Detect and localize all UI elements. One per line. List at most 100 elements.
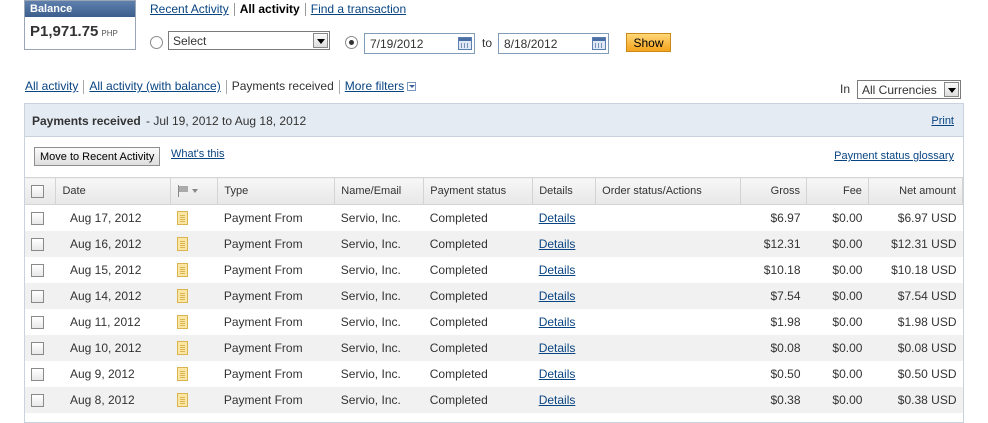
payments-panel: Payments received - Jul 19, 2012 to Aug … (24, 103, 964, 423)
details-link[interactable]: Details (539, 367, 576, 381)
select-all-checkbox[interactable] (31, 184, 44, 198)
chevron-down-icon[interactable] (407, 82, 417, 92)
row-details-cell: Details (533, 361, 596, 387)
calendar-icon[interactable] (458, 37, 472, 50)
tab-all-activity[interactable]: All activity (240, 2, 300, 16)
row-order-status (596, 309, 741, 335)
row-checkbox[interactable] (31, 342, 44, 356)
chevron-down-icon[interactable] (313, 33, 328, 48)
chevron-down-icon[interactable] (944, 82, 959, 97)
col-fee[interactable]: Fee (806, 177, 869, 205)
row-details-cell: Details (533, 257, 596, 283)
row-checkbox-cell (25, 205, 56, 232)
row-details-cell: Details (532, 335, 596, 361)
currency-select[interactable]: All Currencies (857, 80, 961, 99)
table-header-row: Date Type Name/Email Payment status Deta… (25, 177, 964, 205)
details-link[interactable]: Details (539, 211, 576, 225)
details-link[interactable]: Details (539, 237, 576, 251)
row-date: Aug 10, 2012 (55, 335, 171, 361)
tab-divider (338, 79, 340, 94)
note-icon[interactable] (176, 315, 188, 330)
col-date[interactable]: Date (55, 177, 172, 205)
details-link[interactable]: Details (539, 393, 576, 407)
table-row: Aug 16, 2012 Payment From Servio, Inc. Comp… (25, 231, 963, 257)
print-link[interactable]: Print (931, 115, 954, 127)
to-date-field[interactable]: 8/18/2012 (498, 33, 609, 54)
to-date-value: 8/18/2012 (504, 37, 558, 51)
balance-box: Balance P1,971.75 PHP (24, 0, 136, 50)
row-checkbox[interactable] (31, 316, 44, 330)
whats-this-link[interactable]: What's this (171, 148, 224, 160)
tab-payments-received[interactable]: Payments received (232, 79, 334, 93)
note-icon[interactable] (176, 237, 188, 252)
currency-select-value: All Currencies (862, 83, 937, 97)
row-gross: $10.18 (763, 263, 801, 277)
row-checkbox[interactable] (31, 394, 44, 408)
col-net[interactable]: Net amount (868, 177, 964, 205)
col-flag[interactable] (170, 177, 219, 205)
calendar-icon[interactable] (592, 37, 606, 50)
row-name: Servio, Inc. (340, 367, 401, 381)
move-to-recent-button[interactable]: Move to Recent Activity (34, 147, 161, 166)
row-fee: $0.00 (806, 283, 869, 309)
from-date-field[interactable]: 7/19/2012 (364, 33, 475, 54)
row-net: $7.54 USD (868, 283, 963, 309)
tab-all-activity-sub[interactable]: All activity (25, 79, 78, 93)
table-row: Aug 14, 2012 Payment From Servio, Inc. Comp… (25, 283, 963, 309)
row-checkbox[interactable] (31, 212, 44, 226)
details-link[interactable]: Details (539, 315, 576, 329)
row-net: $0.38 USD (868, 387, 963, 413)
row-checkbox[interactable] (31, 290, 44, 304)
note-icon[interactable] (176, 289, 188, 304)
note-icon[interactable] (176, 367, 188, 382)
note-icon[interactable] (176, 393, 188, 408)
tab-all-activity-balance[interactable]: All activity (with balance) (89, 79, 220, 93)
row-net: $0.50 USD (897, 367, 957, 381)
row-net: $6.97 USD (897, 211, 957, 225)
details-link[interactable]: Details (539, 263, 576, 277)
row-status: Completed (423, 283, 533, 309)
row-checkbox[interactable] (31, 368, 44, 382)
row-name: Servio, Inc. (340, 315, 401, 329)
row-net: $0.08 USD (868, 335, 963, 361)
col-type[interactable]: Type (217, 177, 336, 205)
chevron-down-icon[interactable] (192, 189, 199, 194)
col-status[interactable]: Payment status (423, 177, 534, 205)
tab-divider (225, 79, 227, 94)
row-net: $1.98 USD (897, 315, 957, 329)
note-icon[interactable] (176, 263, 188, 278)
details-link[interactable]: Details (539, 341, 576, 355)
more-filters-link[interactable]: More filters (345, 79, 404, 93)
from-date-value: 7/19/2012 (370, 37, 424, 51)
select-range-radio[interactable] (150, 36, 163, 49)
currency-in-label: In (840, 82, 851, 96)
row-checkbox[interactable] (31, 238, 44, 252)
row-order-status (595, 283, 741, 309)
date-range-radio[interactable] (345, 36, 358, 49)
to-label: to (482, 36, 493, 50)
row-name: Servio, Inc. (334, 231, 424, 257)
range-select[interactable]: Select (168, 31, 330, 50)
row-type: Payment From (217, 335, 335, 361)
row-note-cell (171, 257, 218, 283)
flag-icon[interactable] (177, 185, 189, 198)
row-order-status (596, 361, 741, 387)
table-row: Aug 9, 2012 Payment From Servio, Inc. Compl… (25, 361, 963, 387)
status-glossary-link[interactable]: Payment status glossary (834, 150, 954, 162)
note-icon[interactable] (176, 341, 188, 356)
show-button[interactable]: Show (626, 33, 671, 52)
col-gross[interactable]: Gross (740, 177, 807, 205)
details-link[interactable]: Details (539, 289, 576, 303)
row-status: Completed (423, 387, 533, 413)
row-order-status (596, 205, 741, 232)
tab-recent-activity[interactable]: Recent Activity (150, 2, 229, 16)
note-icon[interactable] (176, 211, 188, 226)
row-fee: $0.00 (832, 211, 863, 225)
tab-find-transaction[interactable]: Find a transaction (311, 2, 406, 16)
row-details-cell: Details (532, 387, 596, 413)
row-checkbox[interactable] (31, 264, 44, 278)
activity-tabs: Recent Activity All activity Find a transa… (150, 2, 406, 17)
balance-label: Balance (25, 1, 135, 17)
row-name: Servio, Inc. (340, 263, 401, 277)
col-name[interactable]: Name/Email (334, 177, 425, 205)
